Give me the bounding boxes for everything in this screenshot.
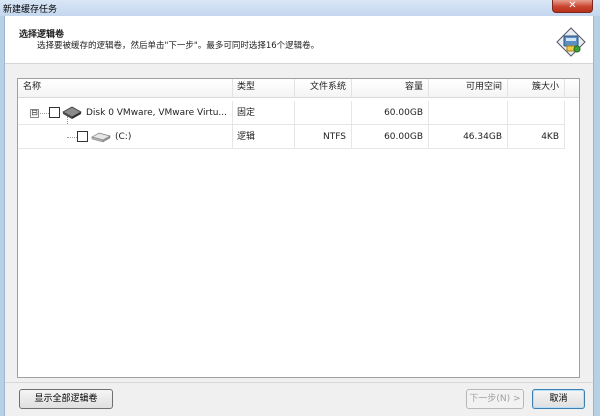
collapse-expander[interactable]: ⊟ <box>30 109 39 118</box>
hard-disk-icon <box>62 106 82 119</box>
page-description: 选择要被缓存的逻辑卷，然后单击"下一步"。最多可同时选择16个逻辑卷。 <box>37 41 320 51</box>
close-icon: ✕ <box>568 0 577 11</box>
volume-name: (C:) <box>115 132 132 142</box>
cell-name: ⊟ Disk 0 VMware, VMware Virtu... <box>18 101 233 125</box>
table-row-disk[interactable]: ⊟ Disk 0 VMware, VMware Virtu... 固定 60.0… <box>18 101 579 125</box>
cell-cluster-size <box>508 101 565 125</box>
cancel-button[interactable]: 取消 <box>532 389 585 409</box>
volume-list[interactable]: 名称 类型 文件系统 容量 可用空间 簇大小 ⊟ Disk 0 VMware, … <box>17 78 580 378</box>
cell-free-space <box>429 101 508 125</box>
cell-type: 固定 <box>233 101 295 125</box>
close-button[interactable]: ✕ <box>552 0 593 13</box>
cell-capacity: 60.00GB <box>352 125 429 149</box>
wizard-disk-icon <box>556 27 586 57</box>
wizard-header: 选择逻辑卷 选择要被缓存的逻辑卷，然后单击"下一步"。最多可同时选择16个逻辑卷… <box>5 16 593 64</box>
cell-name: (C:) <box>18 125 233 149</box>
cell-free-space: 46.34GB <box>429 125 508 149</box>
volume-icon <box>91 132 111 143</box>
dialog-body: 选择逻辑卷 选择要被缓存的逻辑卷，然后单击"下一步"。最多可同时选择16个逻辑卷… <box>4 16 594 416</box>
cell-capacity: 60.00GB <box>352 101 429 125</box>
tree-line <box>40 113 49 114</box>
column-free-space[interactable]: 可用空间 <box>429 79 508 98</box>
next-button[interactable]: 下一步(N) > <box>466 389 524 409</box>
column-capacity[interactable]: 容量 <box>352 79 429 98</box>
footer-divider <box>5 382 593 383</box>
column-type[interactable]: 类型 <box>233 79 295 98</box>
disk-name: Disk 0 VMware, VMware Virtu... <box>86 108 228 118</box>
cell-filesystem: NTFS <box>295 125 352 149</box>
window-title: 新建缓存任务 <box>3 5 58 15</box>
cell-type: 逻辑 <box>233 125 295 149</box>
column-name[interactable]: 名称 <box>18 79 233 98</box>
disk-checkbox[interactable] <box>49 107 60 118</box>
volume-checkbox[interactable] <box>77 131 88 142</box>
column-filesystem[interactable]: 文件系统 <box>295 79 352 98</box>
title-bar: 新建缓存任务 ✕ <box>0 0 600 16</box>
table-row-volume[interactable]: (C:) 逻辑 NTFS 60.00GB 46.34GB 4KB <box>18 125 579 149</box>
show-all-volumes-button[interactable]: 显示全部逻辑卷 <box>19 389 113 409</box>
list-header: 名称 类型 文件系统 容量 可用空间 簇大小 <box>18 79 579 98</box>
column-cluster-size[interactable]: 簇大小 <box>508 79 565 98</box>
cell-filesystem <box>295 101 352 125</box>
tree-line <box>67 137 77 138</box>
cell-cluster-size: 4KB <box>508 125 565 149</box>
